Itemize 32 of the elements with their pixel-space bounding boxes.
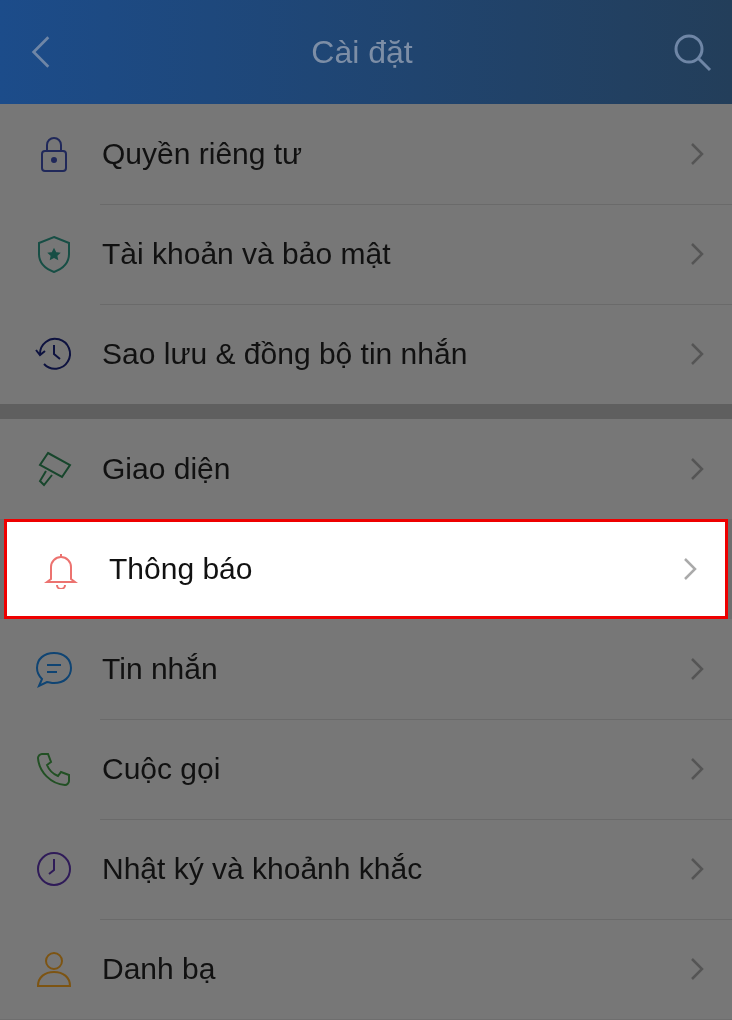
settings-item[interactable]: Giao diện [0, 419, 732, 519]
settings-item[interactable]: Cuộc gọi [0, 719, 732, 819]
chat-bubble-icon [34, 649, 74, 689]
chevron-right-icon [690, 142, 704, 166]
settings-item[interactable]: Tin nhắn [0, 619, 732, 719]
chevron-right-icon [690, 757, 704, 781]
chevron-right-icon [690, 957, 704, 981]
clock-icon [34, 849, 74, 889]
item-label: Tin nhắn [102, 652, 219, 686]
search-icon[interactable] [672, 32, 712, 72]
item-label: Nhật ký và khoảnh khắc [102, 852, 424, 886]
chevron-right-icon [690, 657, 704, 681]
settings-item[interactable]: Quyền riêng tư [0, 104, 732, 204]
item-label: Tài khoản và bảo mật [102, 237, 392, 271]
item-label: Quyền riêng tư [102, 137, 304, 171]
item-label: Sao lưu & đồng bộ tin nhắn [102, 337, 469, 371]
settings-item[interactable]: Thông báo [4, 519, 728, 619]
chevron-right-icon [690, 242, 704, 266]
chevron-right-icon [690, 342, 704, 366]
item-label: Thông báo [109, 552, 254, 586]
settings-item[interactable]: Nhật ký và khoảnh khắc [0, 819, 732, 919]
settings-item[interactable]: Danh bạ [0, 919, 732, 1019]
item-label: Giao diện [102, 452, 232, 486]
screen-title: Cài đặt [311, 33, 413, 71]
item-label: Cuộc gọi [102, 752, 222, 786]
person-icon [34, 949, 74, 989]
settings-item[interactable]: Sao lưu & đồng bộ tin nhắn [0, 304, 732, 404]
chevron-right-icon [690, 857, 704, 881]
settings-item[interactable]: Tài khoản và bảo mật [0, 204, 732, 304]
chevron-right-icon [690, 457, 704, 481]
item-label: Danh bạ [102, 952, 217, 986]
chevron-right-icon [683, 557, 697, 581]
